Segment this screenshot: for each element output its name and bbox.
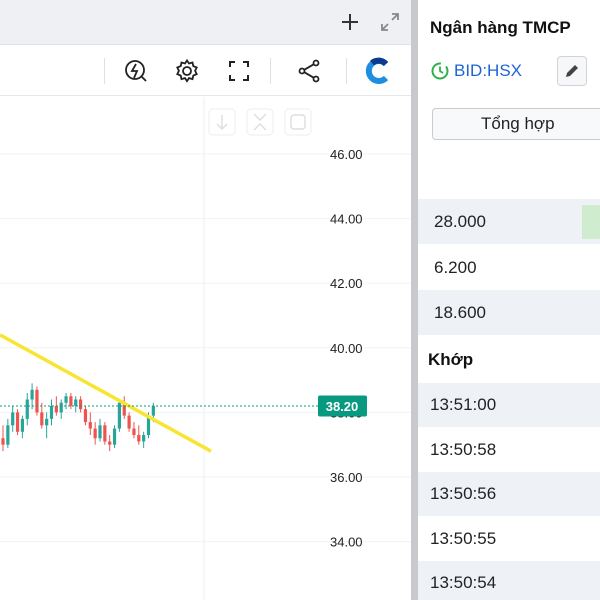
candle-body	[127, 415, 131, 429]
ticker-row[interactable]: BID:HSX	[430, 58, 522, 84]
reset-icon	[290, 114, 306, 130]
y-tick-label: 40.00	[330, 341, 363, 356]
gear-icon[interactable]	[172, 56, 202, 86]
candle-body	[59, 402, 63, 413]
value-row: 18.600	[418, 290, 600, 335]
candle-body	[35, 389, 39, 413]
candle-body	[11, 412, 15, 426]
value-row: 6.200	[434, 258, 477, 277]
edit-button[interactable]	[557, 56, 587, 86]
toolbar-divider	[270, 58, 271, 84]
last-price-value: 38.20	[326, 399, 359, 414]
chart-plot-area[interactable]: 46.0044.0042.0040.0038.0036.0034.00 38.2…	[0, 97, 411, 600]
match-heading: Khớp	[428, 350, 474, 369]
candle-body	[79, 399, 83, 410]
fullscreen-icon[interactable]	[224, 56, 254, 86]
reset-button[interactable]	[284, 108, 312, 136]
plus-icon[interactable]	[336, 8, 364, 36]
candle-body	[103, 425, 107, 442]
y-tick-label: 36.00	[330, 470, 363, 485]
candle-body	[93, 428, 97, 439]
candle-body	[142, 435, 146, 442]
trade-row: 13:50:58	[430, 440, 497, 459]
candles	[1, 383, 155, 452]
candle-body	[112, 428, 117, 445]
value-row: 28.000	[418, 199, 600, 244]
candle-body	[108, 441, 112, 445]
candle-body	[15, 412, 20, 432]
candle-body	[54, 405, 58, 413]
y-tick-label: 42.00	[330, 276, 363, 291]
toolbar-divider	[346, 58, 347, 84]
y-tick-label: 44.00	[330, 212, 363, 227]
candle-body	[88, 422, 92, 429]
price-chart[interactable]: 46.0044.0042.0040.0038.0036.0034.00 38.2…	[0, 97, 411, 600]
ticker-symbol[interactable]: BID:HSX	[454, 61, 522, 81]
trade-row: 13:51:00	[418, 383, 600, 427]
trade-row: 13:50:56	[418, 472, 600, 516]
candle-body	[137, 435, 141, 442]
trade-row: 13:50:54	[418, 561, 600, 600]
pencil-icon	[566, 65, 578, 77]
candle-body	[49, 405, 54, 419]
app-root: 46.0044.0042.0040.0038.0036.0034.00 38.2…	[0, 0, 600, 600]
trade-row: 13:50:55	[430, 529, 497, 548]
stock-title: Ngân hàng TMCP	[430, 18, 571, 37]
candle-body	[74, 399, 78, 406]
volume-bar	[582, 205, 600, 239]
share-icon[interactable]	[294, 56, 324, 86]
indicator-lightning-icon[interactable]	[121, 56, 151, 86]
expand-icon[interactable]	[376, 8, 404, 36]
chart-toolbar	[0, 46, 411, 96]
candle-body	[1, 438, 5, 445]
candle-body	[83, 409, 88, 423]
y-tick-label: 34.00	[330, 535, 363, 550]
collapse-button[interactable]	[246, 108, 274, 136]
candle-body	[20, 418, 24, 432]
y-axis: 46.0044.0042.0040.0038.0036.0034.00	[330, 147, 363, 550]
candle-body	[6, 425, 10, 445]
tab-bar	[0, 0, 411, 45]
last-price-tag: 38.20	[318, 395, 367, 417]
brand-logo-icon[interactable]	[364, 56, 394, 86]
collapse-icon	[253, 113, 267, 131]
candle-body	[117, 402, 121, 429]
candle-body	[40, 412, 44, 426]
candle-body	[30, 389, 34, 400]
y-tick-label: 46.00	[330, 147, 363, 162]
candle-body	[69, 396, 73, 406]
candle-body	[25, 399, 29, 419]
candle-body	[132, 428, 136, 436]
candle-body	[64, 396, 68, 403]
candle-body	[45, 418, 49, 426]
candle-body	[98, 425, 102, 439]
info-panel: Ngân hàng TMCP BID:HSX Tổng hợp 28.000 6…	[418, 0, 600, 600]
chart-panel: 46.0044.0042.0040.0038.0036.0034.00 38.2…	[0, 0, 411, 600]
clock-icon	[431, 62, 449, 80]
arrow-down-icon	[216, 115, 228, 130]
summary-button[interactable]: Tổng hợp	[432, 108, 600, 140]
toolbar-divider	[104, 58, 105, 84]
candle-body	[151, 405, 155, 416]
chart-controls	[208, 108, 312, 136]
